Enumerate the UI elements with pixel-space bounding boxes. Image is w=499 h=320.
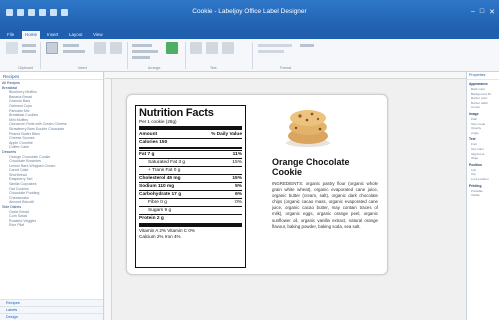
- nutrient-label: Fibre 0 g: [148, 200, 167, 205]
- nutrition-title: Nutrition Facts: [139, 107, 214, 119]
- fill-color-icon[interactable]: [222, 42, 234, 54]
- nutrient-label: Sodium 110 mg: [139, 184, 175, 189]
- nutrient-value: 15%: [232, 176, 242, 181]
- maximize-icon[interactable]: □: [480, 8, 484, 16]
- tab-home[interactable]: Home: [22, 31, 41, 39]
- image-button[interactable]: [63, 50, 85, 53]
- vertical-ruler: [105, 79, 112, 320]
- group-label-format: Format: [280, 66, 292, 70]
- nutrient-row: Saturated Fat 3 g 15%: [139, 158, 242, 166]
- property-item[interactable]: Angle: [467, 131, 499, 136]
- nutrient-label: Saturated Fat 3 g: [148, 160, 186, 165]
- ribbon: Clipboard Insert Arrange Text Format: [0, 39, 499, 72]
- tab-insert[interactable]: Insert: [44, 31, 61, 39]
- window-controls: – □ ✕: [471, 8, 495, 16]
- nutrient-row: Sodium 110 mg 5%: [139, 182, 242, 190]
- property-item[interactable]: Lock position: [467, 177, 499, 182]
- window-title: Cookie - Labeljoy Office Label Designer: [192, 8, 307, 15]
- property-item[interactable]: Visible: [467, 193, 499, 198]
- select-icon[interactable]: [46, 42, 58, 54]
- nutrition-facts-panel[interactable]: Nutrition Facts Per 1 cookie (28g) Amoun…: [135, 105, 246, 268]
- ribbon-tabs: File Home Insert Layout View: [0, 30, 499, 39]
- minimize-icon[interactable]: –: [471, 8, 475, 16]
- nutrient-value: 15%: [232, 160, 242, 165]
- paste-icon[interactable]: [6, 42, 18, 54]
- ingredients-text[interactable]: INGREDIENTS: organic pastry flour (organ…: [272, 181, 378, 230]
- nutrient-value: 11%: [232, 152, 242, 157]
- nutrient-label: Protein 2 g: [139, 216, 164, 221]
- nutrient-row: + Trans Fat 0 g: [139, 166, 242, 174]
- send-back-button[interactable]: [132, 50, 158, 53]
- properties-header: Properties: [467, 72, 499, 80]
- tab-file[interactable]: File: [4, 31, 17, 39]
- label-page[interactable]: Nutrition Facts Per 1 cookie (28g) Amoun…: [126, 94, 388, 275]
- nutrient-label: Fat 7 g: [139, 152, 155, 157]
- bold-button[interactable]: [300, 44, 314, 47]
- bring-front-button[interactable]: [132, 44, 152, 47]
- nav-design[interactable]: Design: [0, 313, 103, 320]
- group-label-insert: Insert: [78, 66, 87, 70]
- barcode-icon[interactable]: [94, 42, 106, 54]
- font-color-icon[interactable]: [206, 42, 218, 54]
- nutrient-label: Cholesterol 45 mg: [139, 176, 181, 181]
- cookie-photo[interactable]: [282, 103, 334, 149]
- group-label-clipboard: Clipboard: [18, 66, 33, 70]
- property-item[interactable]: Wrap: [467, 156, 499, 161]
- nutrient-row: Fibre 0 g 0%: [139, 198, 242, 206]
- horizontal-ruler: [105, 72, 466, 79]
- nutrient-rows: Fat 7 g 11% Saturated Fat 3 g 15% + Trans Fa…: [139, 150, 242, 222]
- amount-header: Amount % Daily Value: [139, 132, 242, 137]
- title-bar: Cookie - Labeljoy Office Label Designer …: [0, 0, 499, 30]
- tab-view[interactable]: View: [90, 31, 106, 39]
- group-label-arrange: Arrange: [148, 66, 161, 70]
- nutrient-label: Sugars 9 g: [148, 208, 172, 213]
- font-size-dropdown[interactable]: [258, 44, 292, 47]
- align-icon[interactable]: [166, 42, 178, 54]
- property-item[interactable]: Corner: [467, 105, 499, 110]
- nutrient-value: 6%: [235, 192, 242, 197]
- shape-icon[interactable]: [110, 42, 122, 54]
- nav-labels[interactable]: Labels: [0, 306, 103, 313]
- close-icon[interactable]: ✕: [489, 8, 495, 16]
- copy-button[interactable]: [22, 50, 36, 53]
- app-window: Cookie - Labeljoy Office Label Designer …: [0, 0, 499, 320]
- recipe-sidebar: Recipes All Recipes Breakfast Blueberry Mu…: [0, 72, 104, 320]
- properties-panel: Properties Appearance Back color Backgroun…: [466, 72, 499, 320]
- nutrient-row: Protein 2 g: [139, 214, 242, 222]
- nutrient-row: Sugars 9 g: [139, 206, 242, 214]
- tree-item[interactable]: Rice Pilaf: [2, 223, 101, 228]
- vitamins-line-2: Calcium 2% Iron 4%: [139, 234, 181, 239]
- group-label-text: Text: [210, 66, 217, 70]
- tab-layout[interactable]: Layout: [66, 31, 86, 39]
- cut-button[interactable]: [22, 44, 36, 47]
- nutrient-row: Cholesterol 45 mg 15%: [139, 174, 242, 182]
- text-style-icon[interactable]: [190, 42, 202, 54]
- product-title[interactable]: Orange Chocolate Cookie: [272, 157, 382, 177]
- sidebar-footer: Recipes Labels Design: [0, 299, 103, 320]
- serving-size: Per 1 cookie (28g): [139, 119, 177, 124]
- nutrient-row: Carbohydrate 17 g 6%: [139, 190, 242, 198]
- sidebar-header: Recipes: [0, 72, 103, 80]
- nav-recipes[interactable]: Recipes: [0, 299, 103, 306]
- nutrient-row: Fat 7 g 11%: [139, 150, 242, 158]
- nutrient-value: 5%: [235, 184, 242, 189]
- design-canvas[interactable]: Nutrition Facts Per 1 cookie (28g) Amoun…: [105, 72, 466, 320]
- nutrient-label: Carbohydrate 17 g: [139, 192, 182, 197]
- font-family-dropdown[interactable]: [258, 50, 284, 53]
- calories-row: Calories 150: [139, 138, 242, 146]
- recipe-tree: All Recipes Breakfast Blueberry Muffins Ban…: [0, 80, 103, 229]
- nutrient-value: 0%: [235, 200, 242, 205]
- text-button[interactable]: [63, 44, 79, 47]
- group-button[interactable]: [132, 56, 150, 59]
- nutrient-label: + Trans Fat 0 g: [148, 168, 181, 173]
